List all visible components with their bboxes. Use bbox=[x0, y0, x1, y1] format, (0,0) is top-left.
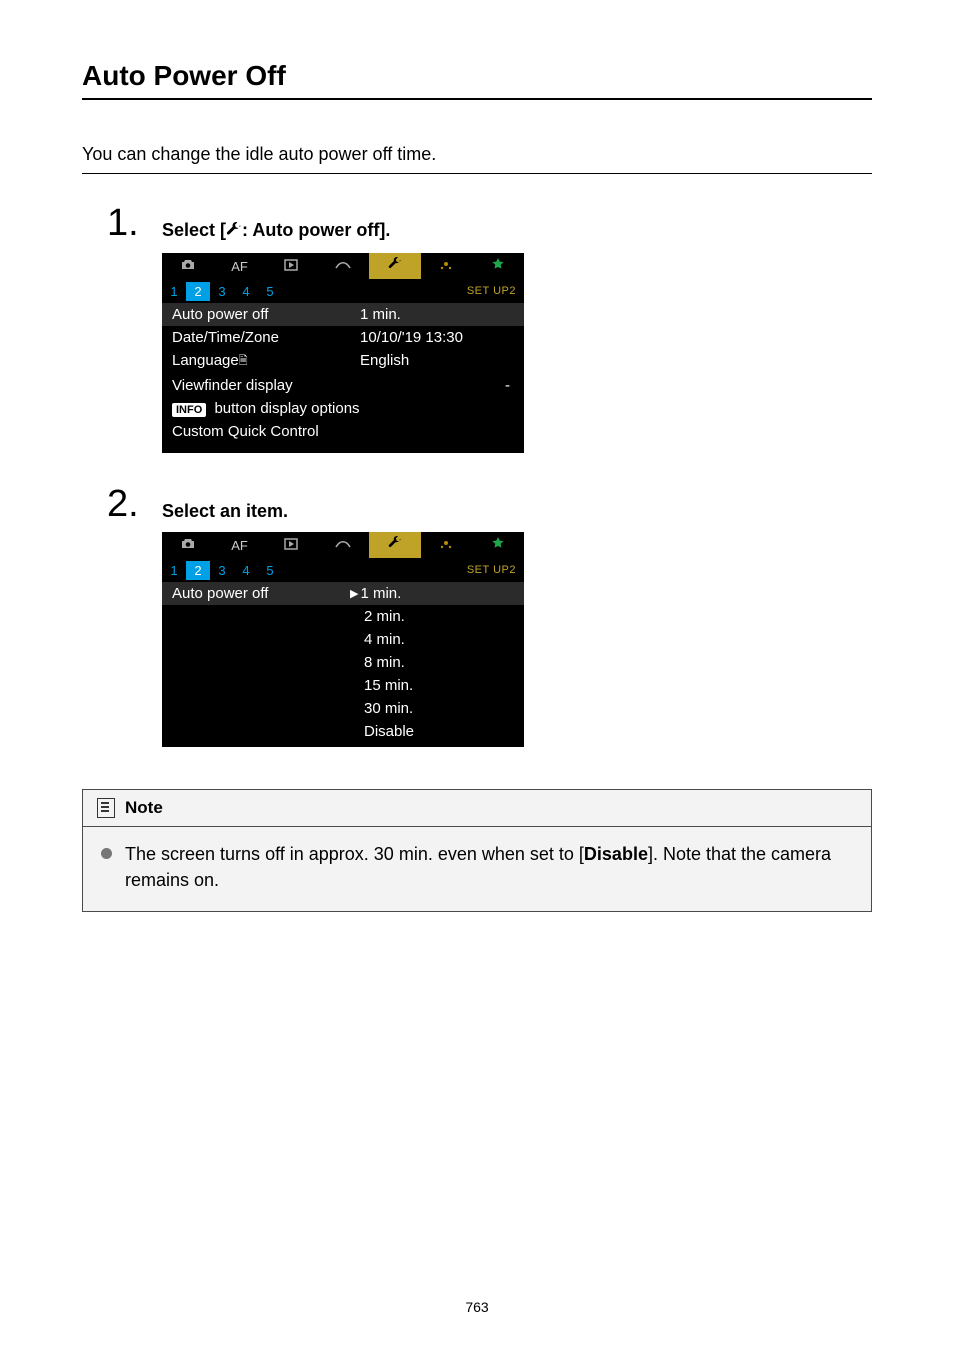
viewfinder-label: Viewfinder display bbox=[172, 377, 505, 394]
play-icon bbox=[284, 258, 298, 275]
option-15min[interactable]: 15 min. bbox=[162, 674, 524, 697]
subtab-2[interactable]: 2 bbox=[186, 282, 210, 301]
tab-wireless[interactable] bbox=[317, 253, 369, 279]
language-value: English bbox=[360, 352, 514, 371]
wrench-icon bbox=[388, 536, 402, 554]
step-1-title: Select [ : Auto power off]. bbox=[162, 214, 872, 243]
step-1: Select [ : Auto power off]. AF 1 2 3 4 bbox=[162, 214, 872, 453]
date-label: Date/Time/Zone bbox=[172, 329, 360, 346]
tab-mymenu[interactable] bbox=[472, 253, 524, 279]
tab-af[interactable]: AF bbox=[214, 253, 266, 279]
custom-icon bbox=[439, 258, 453, 275]
note-text-bold: Disable bbox=[584, 844, 648, 864]
note-text-before: The screen turns off in approx. 30 min. … bbox=[125, 844, 584, 864]
subtab-4[interactable]: 4 bbox=[234, 282, 258, 301]
tab-mymenu[interactable] bbox=[472, 532, 524, 558]
tab-play[interactable] bbox=[265, 532, 317, 558]
note-title: Note bbox=[125, 798, 163, 818]
viewfinder-value: - bbox=[505, 377, 514, 394]
subtab-1[interactable]: 1 bbox=[162, 561, 186, 580]
subtab-2[interactable]: 2 bbox=[186, 561, 210, 580]
play-icon bbox=[284, 537, 298, 554]
wireless-icon bbox=[335, 537, 351, 554]
tab-setup[interactable] bbox=[369, 253, 421, 279]
option-value: 15 min. bbox=[348, 677, 514, 694]
note-body: The screen turns off in approx. 30 min. … bbox=[83, 827, 871, 911]
option-4min[interactable]: 4 min. bbox=[162, 628, 524, 651]
wrench-icon bbox=[226, 222, 242, 243]
note-icon bbox=[97, 798, 115, 818]
subtab-strip-2: 1 2 3 4 5 SET UP2 bbox=[162, 558, 524, 582]
option-2min[interactable]: 2 min. bbox=[162, 605, 524, 628]
intro-rule bbox=[82, 173, 872, 174]
tab-wireless[interactable] bbox=[317, 532, 369, 558]
subtab-3[interactable]: 3 bbox=[210, 282, 234, 301]
auto-power-off-label: Auto power off bbox=[172, 306, 360, 323]
tab-setup[interactable] bbox=[369, 532, 421, 558]
subtab-3[interactable]: 3 bbox=[210, 561, 234, 580]
subtab-5[interactable]: 5 bbox=[258, 561, 282, 580]
tab-strip-2: AF bbox=[162, 532, 524, 558]
intro-text: You can change the idle auto power off t… bbox=[82, 144, 872, 165]
row-viewfinder[interactable]: Viewfinder display - bbox=[162, 374, 524, 397]
custom-icon bbox=[439, 537, 453, 554]
tab-shoot[interactable] bbox=[162, 253, 214, 279]
menu-list: Auto power off 1 min. Date/Time/Zone 10/… bbox=[162, 303, 524, 453]
option-disable[interactable]: Disable bbox=[162, 720, 524, 743]
language-icon: 🗎 bbox=[239, 355, 248, 367]
wrench-icon bbox=[388, 257, 402, 275]
setup-label: SET UP2 bbox=[467, 285, 524, 297]
language-label: Language🗎 bbox=[172, 352, 360, 371]
tab-custom[interactable] bbox=[421, 253, 473, 279]
custom-quick-label: Custom Quick Control bbox=[172, 423, 319, 440]
subtab-5[interactable]: 5 bbox=[258, 282, 282, 301]
tab-play[interactable] bbox=[265, 253, 317, 279]
auto-power-off-value: 1 min. bbox=[360, 306, 514, 323]
row-info-button[interactable]: INFO button display options bbox=[162, 397, 524, 420]
note-header: Note bbox=[83, 790, 871, 827]
page-number: 763 bbox=[0, 1299, 954, 1315]
step-2: Select an item. AF 1 2 3 4 5 bbox=[162, 495, 872, 747]
row-date-time[interactable]: Date/Time/Zone 10/10/'19 13:30 bbox=[162, 326, 524, 349]
option-1min[interactable]: Auto power off 1 min. bbox=[162, 582, 524, 605]
camera-icon bbox=[180, 537, 196, 554]
note-box: Note The screen turns off in approx. 30 … bbox=[82, 789, 872, 912]
date-value: 10/10/'19 13:30 bbox=[360, 329, 514, 346]
title-rule bbox=[82, 98, 872, 100]
camera-screen-1: AF 1 2 3 4 5 SET UP2 Auto bbox=[162, 253, 524, 453]
option-value: 8 min. bbox=[348, 654, 514, 671]
tab-shoot[interactable] bbox=[162, 532, 214, 558]
setup-label: SET UP2 bbox=[467, 564, 524, 576]
subtab-4[interactable]: 4 bbox=[234, 561, 258, 580]
option-value: 2 min. bbox=[348, 608, 514, 625]
option-8min[interactable]: 8 min. bbox=[162, 651, 524, 674]
option-value: 4 min. bbox=[348, 631, 514, 648]
row-language[interactable]: Language🗎 English bbox=[162, 349, 524, 374]
row-auto-power-off[interactable]: Auto power off 1 min. bbox=[162, 303, 524, 326]
row-custom-quick[interactable]: Custom Quick Control bbox=[162, 420, 524, 443]
page-title: Auto Power Off bbox=[82, 60, 872, 92]
note-item: The screen turns off in approx. 30 min. … bbox=[99, 841, 855, 893]
star-icon bbox=[491, 536, 505, 554]
options-list: Auto power off 1 min. 2 min. 4 min. 8 mi… bbox=[162, 582, 524, 747]
subtab-strip: 1 2 3 4 5 SET UP2 bbox=[162, 279, 524, 303]
step-1-title-suffix: : Auto power off]. bbox=[242, 220, 390, 240]
subtab-1[interactable]: 1 bbox=[162, 282, 186, 301]
camera-screen-2: AF 1 2 3 4 5 SET UP2 Auto bbox=[162, 532, 524, 747]
tab-custom[interactable] bbox=[421, 532, 473, 558]
wireless-icon bbox=[335, 258, 351, 275]
option-30min[interactable]: 30 min. bbox=[162, 697, 524, 720]
step-2-title: Select an item. bbox=[162, 495, 872, 522]
option-value: 30 min. bbox=[348, 700, 514, 717]
step-1-title-prefix: Select [ bbox=[162, 220, 226, 240]
option-label: Auto power off bbox=[172, 585, 348, 602]
camera-icon bbox=[180, 258, 196, 275]
star-icon bbox=[491, 257, 505, 275]
tab-strip: AF bbox=[162, 253, 524, 279]
info-button-label: button display options bbox=[210, 400, 359, 417]
info-badge: INFO bbox=[172, 403, 206, 417]
option-value: 1 min. bbox=[348, 585, 514, 602]
option-value: Disable bbox=[348, 723, 514, 740]
tab-af[interactable]: AF bbox=[214, 532, 266, 558]
